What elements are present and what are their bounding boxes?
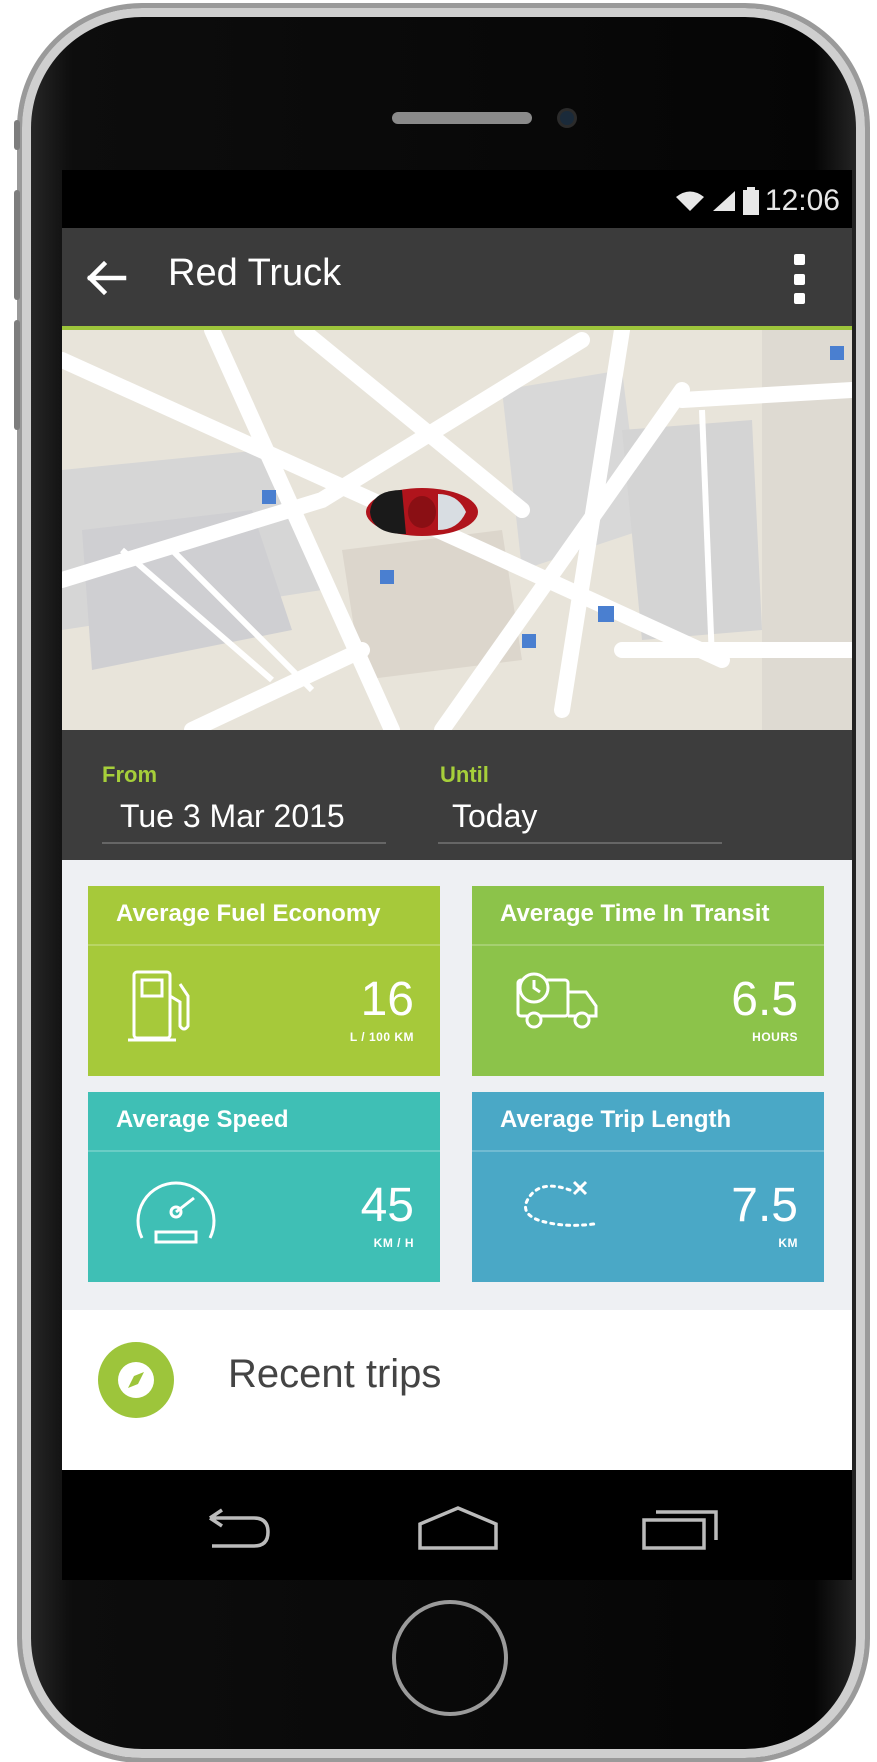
card-unit: KM / H bbox=[373, 1236, 414, 1250]
nav-recents-icon[interactable] bbox=[640, 1504, 720, 1552]
card-value: 45 bbox=[360, 1179, 414, 1232]
page-title: Red Truck bbox=[168, 252, 342, 294]
until-underline bbox=[438, 842, 722, 844]
back-arrow-icon[interactable] bbox=[84, 256, 128, 300]
app-bar: Red Truck bbox=[62, 228, 852, 330]
phone-volume-up bbox=[14, 190, 20, 300]
card-value: 16 bbox=[360, 973, 414, 1026]
from-label: From bbox=[102, 762, 157, 787]
recent-trips-row[interactable]: Recent trips bbox=[62, 1310, 852, 1470]
phone-speaker bbox=[392, 112, 532, 124]
card-title: Average Speed bbox=[116, 1106, 289, 1133]
battery-icon bbox=[742, 187, 759, 215]
phone-home-button[interactable] bbox=[392, 1600, 508, 1716]
from-date-field[interactable]: Tue 3 Mar 2015 bbox=[120, 798, 345, 835]
phone-camera bbox=[560, 111, 574, 125]
wifi-icon bbox=[675, 191, 704, 211]
more-options-icon[interactable] bbox=[792, 254, 806, 304]
vehicle-marker-icon[interactable] bbox=[362, 480, 482, 540]
card-title: Average Fuel Economy bbox=[116, 900, 381, 927]
speedometer-icon bbox=[136, 1181, 216, 1244]
truck-clock-icon bbox=[516, 972, 598, 1029]
navigation-bar bbox=[62, 1470, 852, 1580]
screen: 12:06 Red Truck From Tue 3 Mar 2015 Unti… bbox=[62, 170, 852, 1470]
from-underline bbox=[102, 842, 386, 844]
compass-icon bbox=[98, 1342, 174, 1418]
status-time: 12:06 bbox=[764, 184, 840, 217]
fuel-pump-icon bbox=[128, 970, 190, 1042]
time-in-transit-card[interactable]: Average Time In Transit 6.5 HOURS bbox=[472, 886, 824, 1076]
card-unit: KM bbox=[778, 1236, 798, 1250]
card-value: 7.5 bbox=[731, 1179, 798, 1232]
until-label: Until bbox=[440, 762, 489, 787]
until-date-field[interactable]: Today bbox=[452, 798, 537, 835]
card-unit: HOURS bbox=[752, 1030, 798, 1044]
card-unit: L / 100 KM bbox=[349, 1030, 414, 1044]
card-title: Average Trip Length bbox=[500, 1106, 732, 1133]
phone-volume-down bbox=[14, 320, 20, 430]
recent-trips-label: Recent trips bbox=[228, 1352, 442, 1396]
status-bar: 12:06 bbox=[62, 170, 852, 228]
stats-content: Average Fuel Economy 16 L / 100 KM Avera… bbox=[62, 860, 852, 1470]
date-range: From Tue 3 Mar 2015 Until Today bbox=[62, 730, 852, 860]
nav-back-icon[interactable] bbox=[198, 1508, 274, 1552]
map-view[interactable] bbox=[62, 330, 852, 730]
fuel-economy-card[interactable]: Average Fuel Economy 16 L / 100 KM bbox=[88, 886, 440, 1076]
card-value: 6.5 bbox=[731, 973, 798, 1026]
average-speed-card[interactable]: Average Speed 45 KM / H bbox=[88, 1092, 440, 1282]
phone-side-button bbox=[14, 120, 20, 150]
card-title: Average Time In Transit bbox=[500, 900, 770, 927]
trip-length-card[interactable]: Average Trip Length 7.5 KM bbox=[472, 1092, 824, 1282]
signal-icon bbox=[712, 191, 735, 211]
route-icon bbox=[524, 1180, 596, 1227]
nav-home-icon[interactable] bbox=[416, 1504, 500, 1552]
